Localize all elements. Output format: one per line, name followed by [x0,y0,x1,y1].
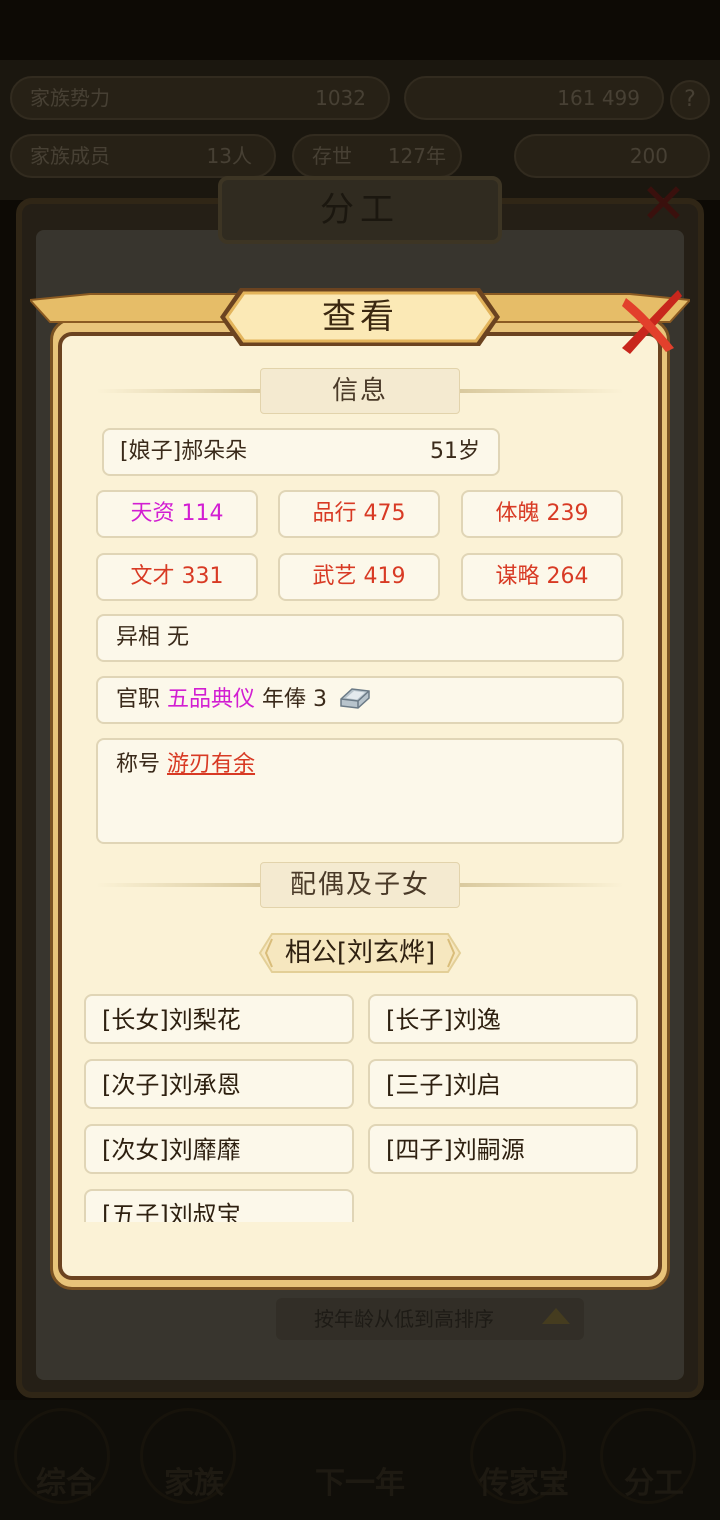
divider-line [96,883,266,887]
child-item[interactable]: [五子]刘叔宝 [84,1189,354,1222]
stat-strategy[interactable]: 谋略 264 [461,553,623,601]
info-section-heading: 信息 [96,368,624,414]
honor-title-card: 称号 游刃有余 [96,738,624,844]
spouse-button[interactable]: 相公[刘玄烨] [258,932,462,974]
dialog-title: 查看 [322,297,398,337]
child-item[interactable]: [四子]刘嗣源 [368,1124,638,1174]
honor-label: 称号 [116,752,161,777]
child-item[interactable]: [长女]刘梨花 [84,994,354,1044]
child-item[interactable]: [次女]刘靡靡 [84,1124,354,1174]
trait-value: 无 [167,625,190,650]
office-rank: 五品典仪 [167,687,256,712]
family-section-heading: 配偶及子女 [96,862,624,908]
trait-card: 异相 无 [96,614,624,662]
trait-label: 异相 [116,625,161,650]
salary-value: 3 [313,687,328,712]
child-item[interactable]: [次子]刘承恩 [84,1059,354,1109]
divider-line [454,883,624,887]
family-heading-label: 配偶及子女 [260,862,460,908]
info-heading-label: 信息 [260,368,460,414]
honor-value-link[interactable]: 游刃有余 [167,752,255,777]
stat-virtue[interactable]: 品行 475 [278,490,440,538]
person-name: [娘子]郝朵朵 [120,439,248,464]
divider-line [454,389,624,393]
stat-martial[interactable]: 武艺 419 [278,553,440,601]
stat-literary[interactable]: 文才 331 [96,553,258,601]
children-list[interactable]: [长女]刘梨花 [长子]刘逸 [次子]刘承恩 [三子]刘启 [次女]刘靡靡 [四… [80,990,644,1222]
divider-line [96,389,266,393]
stat-physique[interactable]: 体魄 239 [461,490,623,538]
office-card: 官职 五品典仪 年俸 3 [96,676,624,724]
office-label: 官职 [116,687,161,712]
stat-talent[interactable]: 天资 114 [96,490,258,538]
person-age: 51岁 [430,439,480,464]
close-icon[interactable] [608,282,688,362]
silver-ingot-icon [340,688,370,709]
child-item[interactable]: [长子]刘逸 [368,994,638,1044]
person-name-card: [娘子]郝朵朵 51岁 [102,428,500,476]
child-item[interactable]: [三子]刘启 [368,1059,638,1109]
salary-label: 年俸 [262,687,307,712]
